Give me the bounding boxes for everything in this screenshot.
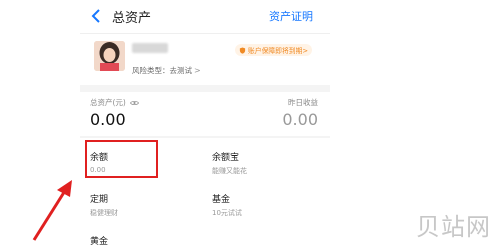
product-title: 黄金 (90, 237, 109, 247)
product-gold[interactable]: 黄金 (90, 234, 108, 247)
asset-proof-link[interactable]: 资产证明 (269, 8, 313, 24)
risk-type-text: 风险类型：去测试 (132, 66, 192, 75)
product-fixed-term[interactable]: 定期 稳健理财 (90, 192, 118, 218)
risk-type-arrow: > (194, 66, 201, 75)
product-subtitle: 稳健理财 (90, 209, 118, 217)
user-name-blurred (132, 43, 168, 53)
account-protection-badge[interactable]: 账户保障即将到期> (235, 44, 313, 56)
avatar (94, 41, 125, 71)
badge-text: 账户保障即将到期> (248, 47, 309, 55)
shield-icon (239, 46, 246, 54)
product-yuebao[interactable]: 余额宝 能赚又能花 (212, 150, 247, 176)
watermark: 贝站网 (416, 213, 491, 241)
product-fund[interactable]: 基金 10元试试 (212, 192, 242, 218)
highlight-box (85, 140, 158, 178)
assets-screen: 总资产 资产证明 风险类型：去测试 > 账户保障即将到期> 总资产(元) 0.0… (80, 0, 330, 250)
product-subtitle: 能赚又能花 (212, 167, 247, 175)
total-assets-label: 总资产(元) (90, 98, 126, 107)
product-subtitle: 10元试试 (212, 209, 242, 217)
product-title: 定期 (90, 195, 109, 205)
eye-icon[interactable] (129, 100, 139, 106)
yesterday-earnings-value: 0.00 (282, 110, 318, 129)
back-arrow-icon[interactable] (89, 8, 105, 24)
header-bar: 总资产 资产证明 (80, 0, 330, 33)
product-title: 基金 (212, 195, 231, 205)
total-assets-label-row: 总资产(元) (90, 97, 139, 108)
product-title: 余额宝 (212, 153, 240, 163)
page-title: 总资产 (112, 11, 152, 26)
risk-type[interactable]: 风险类型：去测试 > (132, 65, 201, 76)
yesterday-earnings-label: 昨日收益 (288, 98, 318, 107)
total-assets-panel: 总资产(元) 0.00 昨日收益 0.00 (80, 92, 330, 136)
profile-card[interactable]: 风险类型：去测试 > 账户保障即将到期> (80, 33, 330, 85)
total-assets-value: 0.00 (90, 110, 126, 129)
